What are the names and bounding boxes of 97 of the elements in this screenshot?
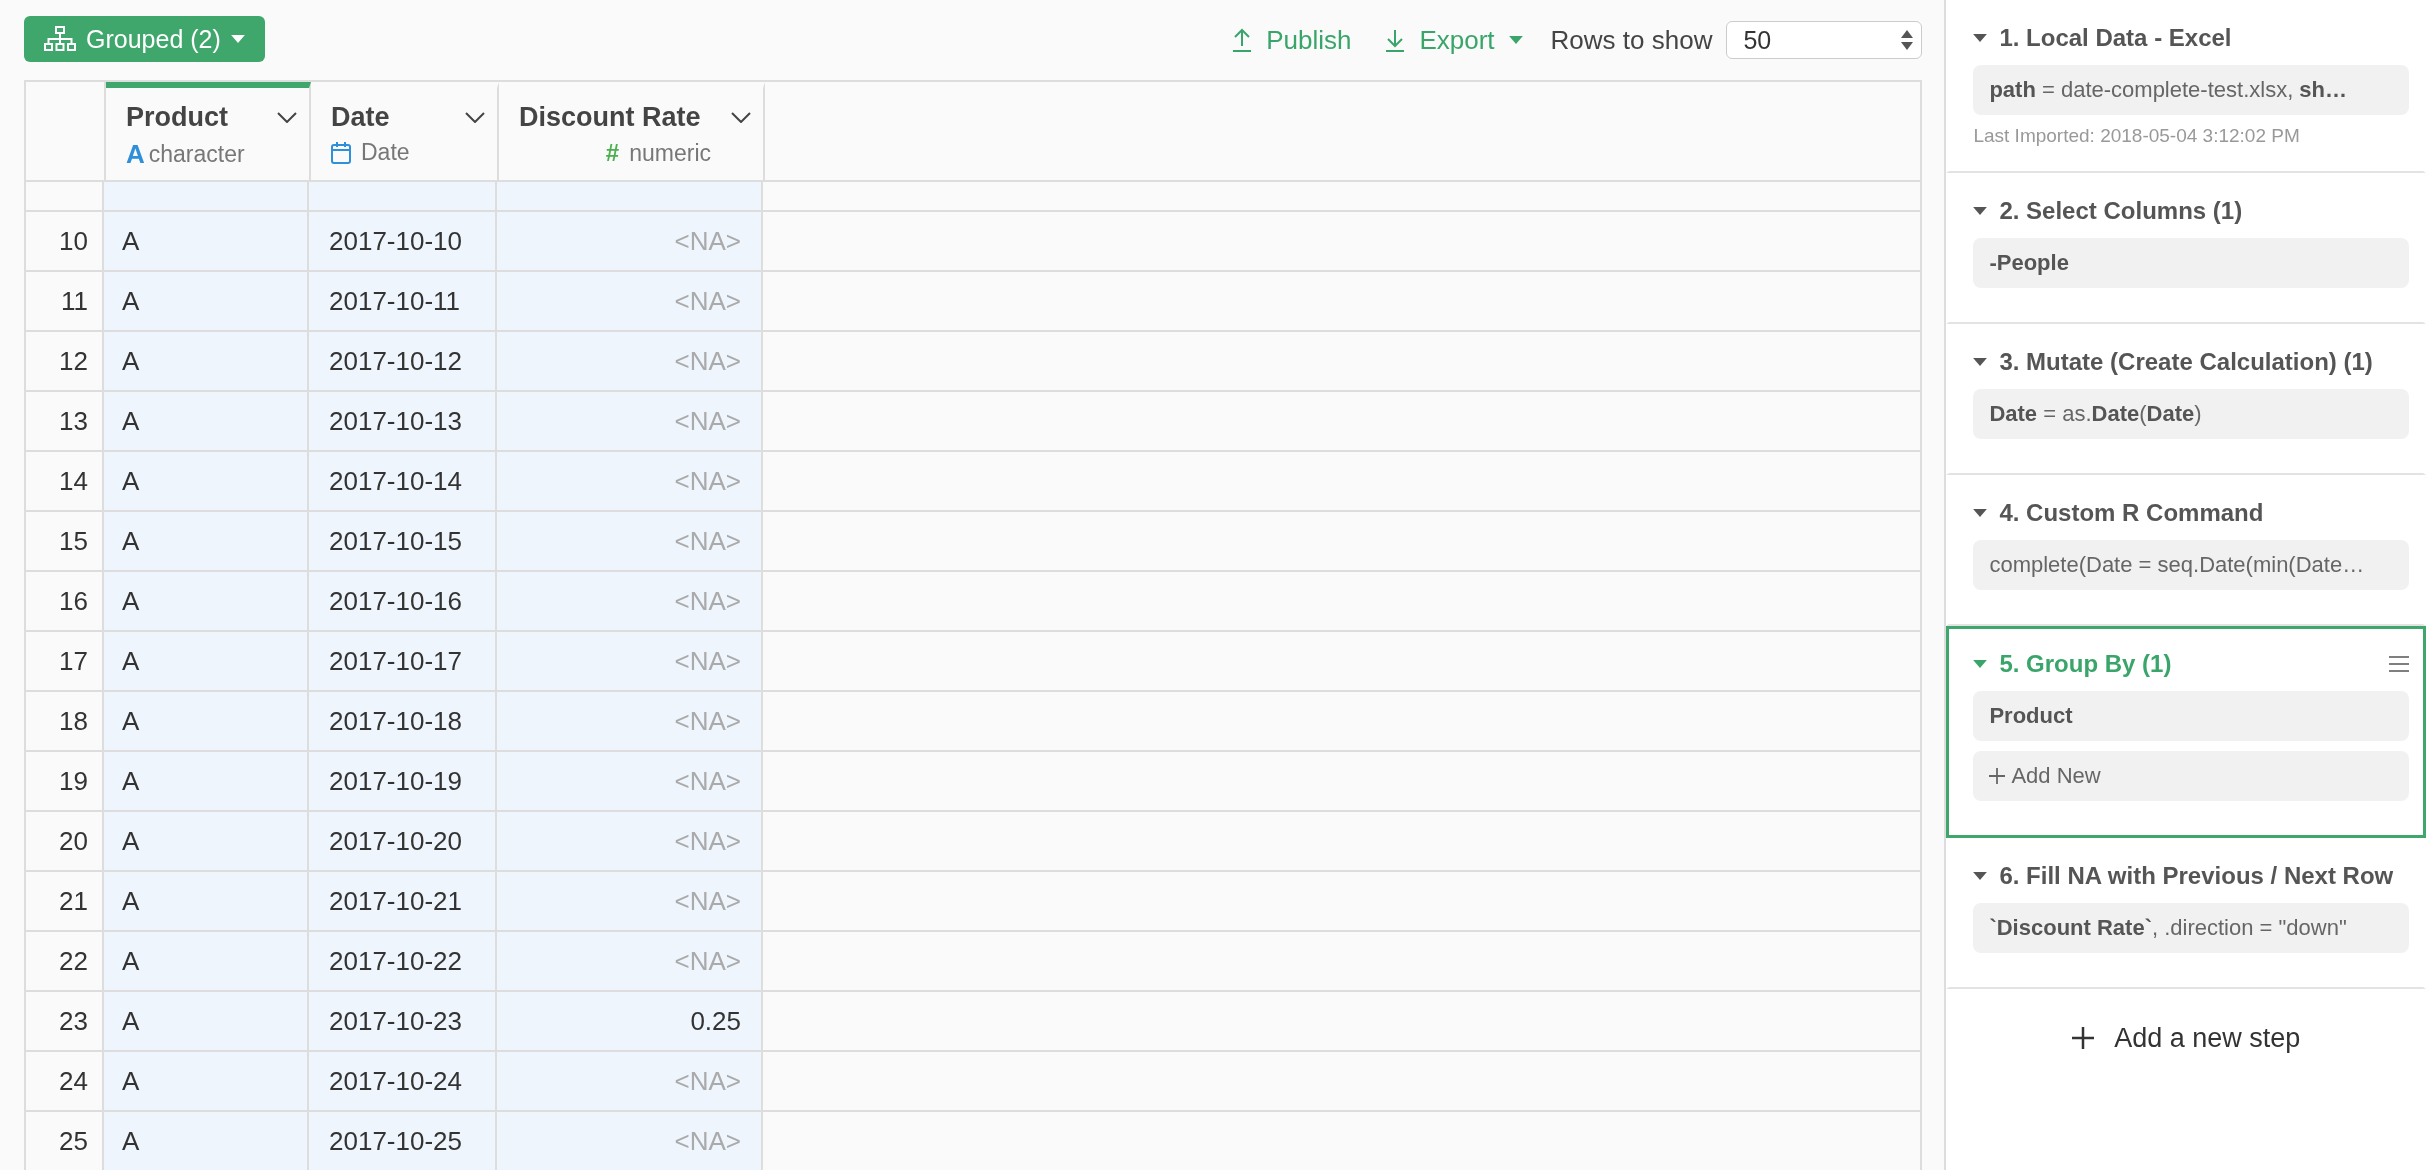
expand-triangle-icon[interactable] [1973, 34, 1988, 42]
table-cell: <NA> [497, 572, 763, 630]
expand-triangle-icon[interactable] [1973, 872, 1988, 880]
table-cell: A [104, 332, 309, 390]
step-card[interactable]: 3. Mutate (Create Calculation) (1) Date = as.Date(Date) [1946, 324, 2426, 475]
hierarchy-icon [44, 26, 76, 52]
column-header[interactable]: Date Date [311, 82, 499, 180]
rows-to-show-label: Rows to show [1550, 24, 1713, 56]
table-cell: <NA> [497, 632, 763, 690]
table-cell: 2017-10-19 [309, 752, 497, 810]
table-cell: A [104, 392, 309, 450]
table-cell: 2017-10-22 [309, 932, 497, 990]
table-cell: 2017-10-16 [309, 572, 497, 630]
table-cell: 2017-10-25 [309, 1112, 497, 1170]
table-cell: <NA> [497, 392, 763, 450]
table-cell: 2017-10-11 [309, 272, 497, 330]
table-cell: <NA> [497, 932, 763, 990]
step-title: 2. Select Columns (1) [1999, 197, 2244, 225]
table-cell: A [104, 692, 309, 750]
step-card[interactable]: 6. Fill NA with Previous / Next Row `Discount Rate`, .direction = "down" [1946, 838, 2426, 989]
table-cell: 2017-10-23 [309, 992, 497, 1050]
table-cell: A [104, 572, 309, 630]
step-card[interactable]: 5. Group By (1) Product Add New [1946, 626, 2426, 838]
table-cell: A [104, 452, 309, 510]
expand-triangle-icon[interactable] [1973, 207, 1988, 215]
table-cell: 0.25 [497, 992, 763, 1050]
add-step-button[interactable]: Add a new step [1946, 1003, 2426, 1073]
table-cell: A [104, 1112, 309, 1170]
calendar-icon [331, 141, 351, 164]
rows-select[interactable]: 50 [1726, 21, 1923, 59]
table-cell: <NA> [497, 452, 763, 510]
table-cell: A [104, 872, 309, 930]
table-cell: <NA> [497, 332, 763, 390]
plus-icon [1989, 768, 2006, 784]
column-chip[interactable]: -People [1973, 238, 2409, 288]
table-cell: <NA> [497, 512, 763, 570]
table-cell: <NA> [497, 752, 763, 810]
column-chip[interactable]: Product [1973, 691, 2409, 741]
table-cell: 2017-10-15 [309, 512, 497, 570]
expand-triangle-icon[interactable] [1973, 358, 1988, 366]
table-cell: A [104, 512, 309, 570]
table-cell: <NA> [497, 212, 763, 270]
character-type-icon: A [126, 139, 145, 170]
table-cell: A [104, 812, 309, 870]
table-cell: 2017-10-12 [309, 332, 497, 390]
chevron-down-icon [465, 112, 485, 123]
chevron-down-icon [277, 112, 297, 123]
expression-chip[interactable]: Date = as.Date(Date) [1973, 389, 2409, 439]
column-type-label: character [148, 141, 245, 168]
table-cell: 2017-10-13 [309, 392, 497, 450]
table-cell: <NA> [497, 872, 763, 930]
chevron-down-icon [731, 112, 751, 123]
table-cell: 2017-10-18 [309, 692, 497, 750]
caret-icon [1508, 36, 1523, 44]
table-cell: A [104, 932, 309, 990]
table-cell: 2017-10-14 [309, 452, 497, 510]
step-title: 3. Mutate (Create Calculation) (1) [1999, 348, 2374, 376]
step-title: 6. Fill NA with Previous / Next Row [1999, 862, 2395, 890]
expression-chip[interactable]: path = date-complete-test.xlsx, sh… [1973, 65, 2409, 115]
menu-icon[interactable] [2389, 656, 2409, 672]
table-cell: A [104, 1052, 309, 1110]
expression-chip[interactable]: complete(Date = seq.Date(min(Date… [1973, 540, 2409, 590]
numeric-type-icon: # [605, 139, 620, 167]
step-card[interactable]: 2. Select Columns (1) -People [1946, 173, 2426, 324]
table-cell: A [104, 212, 309, 270]
caret-icon [230, 35, 245, 43]
download-icon [1385, 28, 1406, 52]
expand-triangle-icon[interactable] [1973, 660, 1988, 668]
step-title: 4. Custom R Command [1999, 499, 2265, 527]
step-title: 1. Local Data - Excel [1999, 24, 2233, 52]
table-cell: <NA> [497, 1052, 763, 1110]
table-cell: A [104, 272, 309, 330]
table-cell: 2017-10-20 [309, 812, 497, 870]
column-type-label: Date [361, 139, 410, 166]
table-cell: <NA> [497, 692, 763, 750]
table-cell: A [104, 632, 309, 690]
table-cell: 2017-10-21 [309, 872, 497, 930]
column-header[interactable]: Discount Rate # numeric [499, 82, 765, 180]
table-cell: A [104, 752, 309, 810]
expression-chip[interactable]: `Discount Rate`, .direction = "down" [1973, 903, 2409, 953]
table-cell: 2017-10-24 [309, 1052, 497, 1110]
table-cell: <NA> [497, 272, 763, 330]
table-cell: A [104, 992, 309, 1050]
expand-triangle-icon[interactable] [1973, 509, 1988, 517]
column-type-label: numeric [629, 139, 711, 167]
add-new-button[interactable]: Add New [1973, 751, 2409, 801]
spinner-arrows-icon [1901, 30, 1914, 50]
table-cell: 2017-10-10 [309, 212, 497, 270]
table-cell: <NA> [497, 1112, 763, 1170]
table-cell: <NA> [497, 812, 763, 870]
upload-icon [1232, 28, 1253, 52]
table-cell: 2017-10-17 [309, 632, 497, 690]
last-imported-text: Last Imported: 2018-05-04 3:12:02 PM [1973, 125, 2301, 147]
step-card[interactable]: 1. Local Data - Excel path = date-complete-test.xlsx, sh… Last Imported: 2018-05-04 3:12:02 PM [1946, 0, 2426, 173]
step-title: 5. Group By (1) [1999, 650, 2173, 678]
step-card[interactable]: 4. Custom R Command complete(Date = seq.Date(min(Date… [1946, 475, 2426, 626]
plus-icon [2072, 1027, 2095, 1049]
